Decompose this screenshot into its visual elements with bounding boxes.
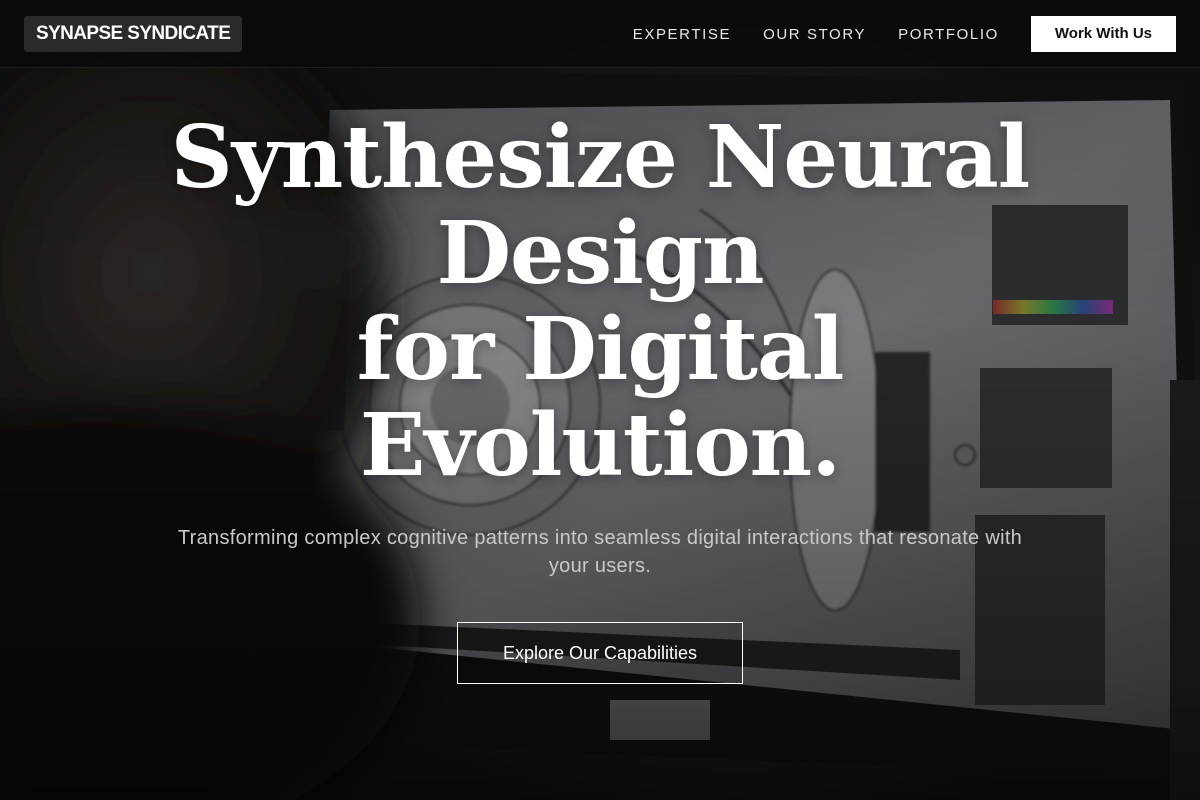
hero-content: Synthesize Neural Design for Digital Evo… bbox=[0, 110, 1200, 684]
hero-title-line: Design bbox=[436, 203, 764, 304]
nav-link-expertise[interactable]: EXPERTISE bbox=[633, 26, 731, 43]
hero-title: Synthesize Neural Design for Digital Evo… bbox=[150, 110, 1050, 494]
hero-title-line: Synthesize Neural bbox=[170, 107, 1031, 208]
nav-link-portfolio[interactable]: PORTFOLIO bbox=[898, 26, 999, 43]
work-with-us-button[interactable]: Work With Us bbox=[1030, 16, 1176, 52]
brand-logo[interactable]: SYNAPSE SYNDICATE bbox=[24, 16, 243, 52]
nav-link-our-story[interactable]: OUR STORY bbox=[763, 26, 866, 43]
explore-capabilities-button[interactable]: Explore Our Capabilities bbox=[457, 622, 743, 684]
site-header: SYNAPSE SYNDICATE EXPERTISE OUR STORY PO… bbox=[0, 0, 1200, 68]
hero-title-line: Evolution. bbox=[359, 395, 841, 496]
hero-title-line: for Digital bbox=[356, 299, 845, 400]
hero-subtitle: Transforming complex cognitive patterns … bbox=[177, 527, 1023, 577]
main-nav: EXPERTISE OUR STORY PORTFOLIO Work With … bbox=[633, 0, 1176, 68]
